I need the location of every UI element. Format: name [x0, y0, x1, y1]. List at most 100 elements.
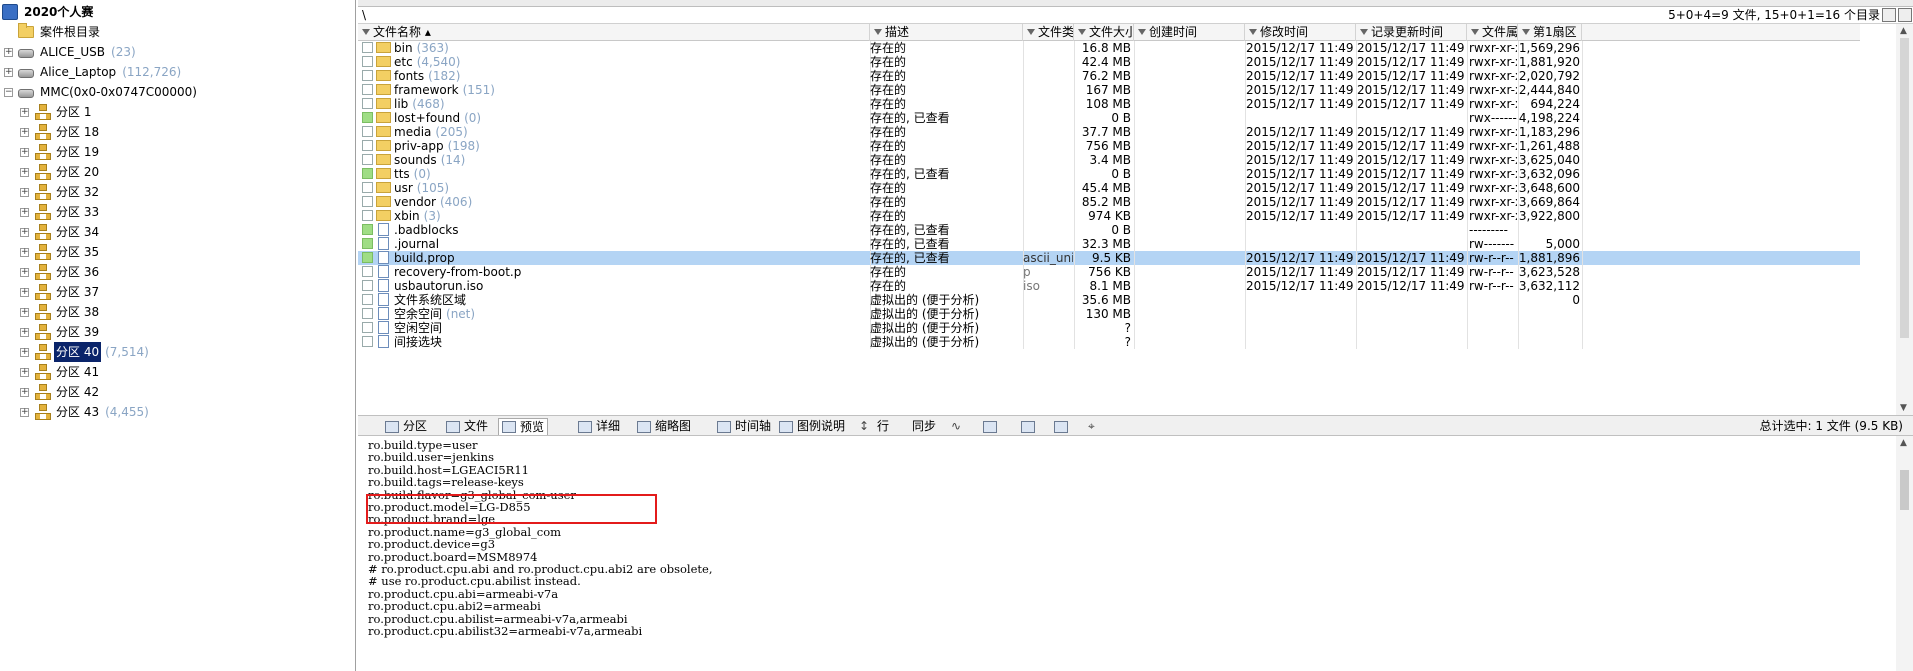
tree-item[interactable]: 案件根目录 — [18, 22, 106, 42]
expand-icon[interactable]: + — [20, 267, 29, 277]
tree-item[interactable]: + Alice_Laptop (112,726) — [4, 62, 181, 82]
filter-icon[interactable] — [1471, 29, 1479, 35]
tree-item[interactable]: − MMC(0x0-0x0747C00000) — [4, 82, 203, 102]
scroll-up-icon[interactable]: ▲ — [1900, 438, 1907, 448]
table-row[interactable]: framework(151) 存在的 167 MB 2015/12/17 11:49:… — [358, 83, 1860, 97]
sync-button[interactable]: 同步 — [909, 418, 939, 435]
expand-icon[interactable]: + — [20, 327, 29, 337]
text-preview[interactable]: ro.build.type=user ro.build.user=jenkins r… — [358, 436, 1913, 671]
expand-icon[interactable]: + — [20, 207, 29, 217]
options-button[interactable] — [1051, 418, 1075, 435]
table-row[interactable]: usbautorun.iso 存在的 iso 8.1 MB 2015/12/17 11:… — [358, 279, 1860, 293]
row-checkbox[interactable] — [362, 140, 373, 151]
table-row[interactable]: bin(363) 存在的 16.8 MB 2015/12/17 11:49:32201… — [358, 41, 1860, 55]
row-checkbox[interactable] — [362, 294, 373, 305]
table-row[interactable]: .badblocks 存在的, 已查看 0 B --------- — [358, 223, 1860, 237]
row-checkbox[interactable] — [362, 238, 373, 249]
expand-icon[interactable]: + — [20, 407, 29, 417]
table-row[interactable]: usr(105) 存在的 45.4 MB 2015/12/17 11:49:32201… — [358, 181, 1860, 195]
row-checkbox[interactable] — [362, 56, 373, 67]
table-row[interactable]: fonts(182)存在的76.2 MB2015/12/17 11:49:322… — [358, 69, 1860, 83]
expand-icon[interactable]: + — [4, 67, 13, 77]
row-checkbox[interactable] — [362, 252, 373, 263]
scroll-thumb[interactable] — [1900, 38, 1909, 338]
column-desc[interactable]: 描述 — [870, 24, 1023, 41]
expand-icon[interactable]: + — [20, 107, 29, 117]
file-tab[interactable]: 文件 — [443, 418, 491, 435]
row-checkbox[interactable] — [362, 322, 373, 333]
expand-icon[interactable]: + — [20, 307, 29, 317]
row-checkbox[interactable] — [362, 112, 373, 123]
table-row[interactable]: sounds(14) 存在的 3.4 MB 2015/12/17 11:49:3220… — [358, 153, 1860, 167]
tree-item[interactable]: + 分区 34 — [20, 222, 105, 242]
save-icon[interactable] — [1898, 8, 1912, 22]
table-row[interactable]: lost+found (0) 存在的, 已查看 0 B rwx------ 4,198,2… — [358, 111, 1860, 125]
column-type[interactable]: 文件类型 — [1023, 24, 1074, 41]
table-row[interactable]: recovery-from-boot.p 存在的 p 756 KB 2015/12/17… — [358, 265, 1860, 279]
row-checkbox[interactable] — [362, 308, 373, 319]
legend-tab[interactable]: 图例说明 — [776, 418, 848, 435]
partition-tab[interactable]: 分区 — [382, 418, 430, 435]
tree-item[interactable]: + 分区 41 — [20, 362, 105, 382]
tree-item[interactable]: + 分区 36 — [20, 262, 105, 282]
filter-icon[interactable] — [874, 29, 882, 35]
table-row[interactable]: tts(0) 存在的, 已查看 0 B 2015/12/17 11:49:322015… — [358, 167, 1860, 181]
find-next-button[interactable] — [1018, 418, 1042, 435]
expand-icon[interactable]: + — [20, 227, 29, 237]
tree-item[interactable]: + 分区 40 (7,514) — [20, 342, 149, 362]
expand-icon[interactable]: + — [20, 167, 29, 177]
expand-icon[interactable]: + — [20, 367, 29, 377]
tree-item[interactable]: + 分区 38 — [20, 302, 105, 322]
row-checkbox[interactable] — [362, 280, 373, 291]
column-created[interactable]: 创建时间 — [1134, 24, 1245, 41]
row-checkbox[interactable] — [362, 42, 373, 53]
thumbnail-tab[interactable]: 缩略图 — [634, 418, 694, 435]
column-size[interactable]: 文件大小 ▾ — [1074, 24, 1134, 41]
tree-item[interactable]: + 分区 39 — [20, 322, 105, 342]
column-name[interactable]: 文件名称 ▴ — [358, 24, 870, 41]
column-sector[interactable]: 第1扇区 — [1518, 24, 1582, 41]
tree-item[interactable]: + 分区 35 — [20, 242, 105, 262]
collapse-icon[interactable]: − — [4, 87, 13, 97]
row-checkbox[interactable] — [362, 224, 373, 235]
list-icon[interactable] — [1882, 8, 1896, 22]
search-button[interactable] — [980, 418, 1004, 435]
tree-item[interactable]: + 分区 18 — [20, 122, 105, 142]
row-checkbox[interactable] — [362, 168, 373, 179]
target-button[interactable]: ⌖ — [1085, 418, 1098, 435]
scroll-down-icon[interactable]: ▼ — [1900, 403, 1907, 413]
tree-item[interactable]: + 分区 20 — [20, 162, 105, 182]
row-checkbox[interactable] — [362, 336, 373, 347]
row-checkbox[interactable] — [362, 182, 373, 193]
scroll-up-icon[interactable]: ▲ — [1900, 26, 1907, 36]
expand-icon[interactable]: + — [20, 187, 29, 197]
details-tab[interactable]: 详细 — [575, 418, 623, 435]
table-row[interactable]: lib(468) 存在的 108 MB 2015/12/17 11:49:322015… — [358, 97, 1860, 111]
filter-icon[interactable] — [1249, 29, 1257, 35]
table-row[interactable]: 间接选块 虚拟出的 (便于分析)? — [358, 335, 1860, 349]
row-checkbox[interactable] — [362, 196, 373, 207]
tree-item[interactable]: + 分区 42 — [20, 382, 105, 402]
tab-strip[interactable] — [358, 0, 1913, 7]
scroll-thumb[interactable] — [1900, 470, 1909, 510]
filter-icon[interactable] — [1360, 29, 1368, 35]
expand-icon[interactable]: + — [20, 387, 29, 397]
expand-icon[interactable]: + — [20, 287, 29, 297]
sort-toggle[interactable]: ↕ — [856, 418, 872, 435]
timeline-tab[interactable]: 时间轴 — [714, 418, 774, 435]
column-modified[interactable]: 修改时间 — [1245, 24, 1356, 41]
tree-item[interactable]: + 分区 33 — [20, 202, 105, 222]
row-checkbox[interactable] — [362, 98, 373, 109]
table-row[interactable]: build.prop 存在的, 已查看 ascii_unix 9.5 KB 2015/1… — [358, 251, 1860, 265]
expand-icon[interactable]: + — [20, 347, 29, 357]
file-list-scrollbar[interactable]: ▲ ▼ — [1896, 24, 1913, 415]
tree-item[interactable]: + 分区 32 — [20, 182, 105, 202]
table-row[interactable]: .journal 存在的, 已查看 32.3 MB rw------- 5,000 — [358, 237, 1860, 251]
preview-tab[interactable]: 预览 — [498, 418, 549, 435]
tree-item[interactable]: + 分区 37 — [20, 282, 105, 302]
expand-icon[interactable]: + — [20, 247, 29, 257]
expand-icon[interactable]: + — [4, 47, 13, 57]
expand-icon[interactable]: + — [20, 147, 29, 157]
table-row[interactable]: xbin(3) 存在的 974 KB 2015/12/17 11:49:322015/… — [358, 209, 1860, 223]
row-checkbox[interactable] — [362, 210, 373, 221]
